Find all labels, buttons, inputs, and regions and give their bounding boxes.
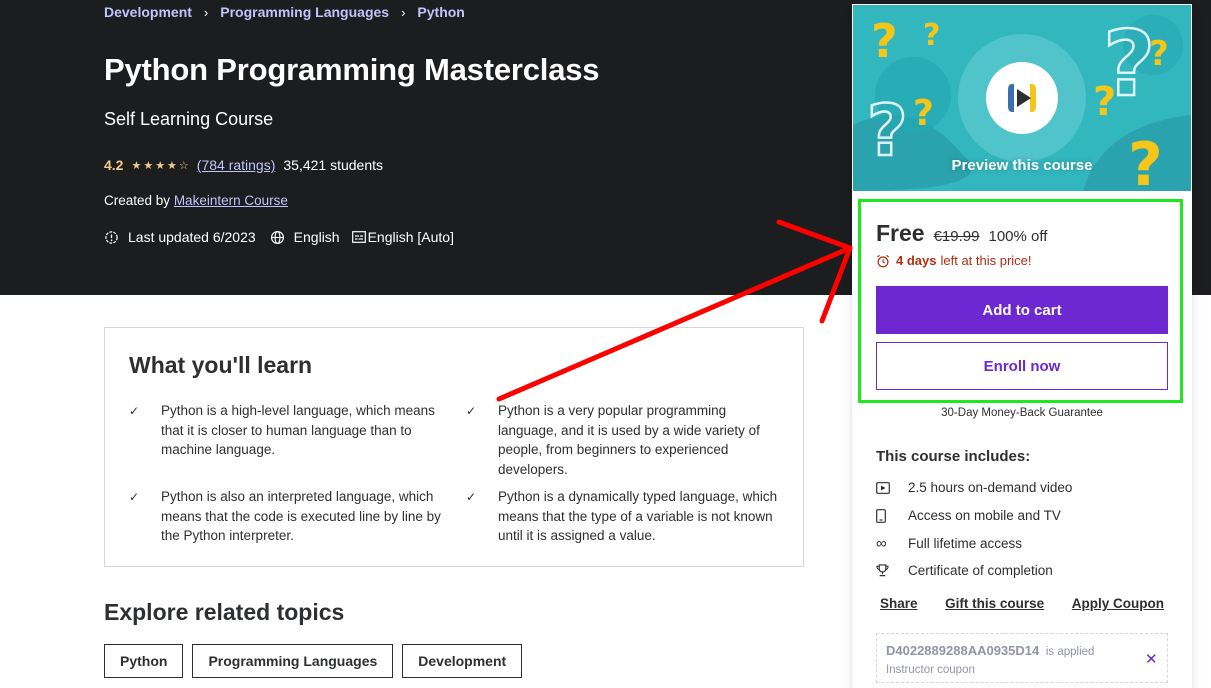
students-count: 35,421 students bbox=[283, 157, 384, 173]
language-text: English bbox=[293, 229, 340, 245]
last-updated: Last updated 6/2023 bbox=[104, 229, 256, 245]
created-by: Created by Makeintern Course bbox=[104, 193, 288, 208]
include-item-text: Access on mobile and TV bbox=[908, 508, 1061, 523]
captions-text: English [Auto] bbox=[367, 229, 454, 245]
original-price: €19.99 bbox=[933, 228, 980, 245]
related-topics-title: Explore related topics bbox=[104, 599, 345, 625]
topic-python-button[interactable]: Python bbox=[104, 644, 184, 678]
learn-item-text: Python is a dynamically typed language, … bbox=[498, 489, 778, 544]
price-row: Free €19.99 100% off bbox=[876, 220, 1047, 247]
remove-coupon-icon[interactable]: ✕ bbox=[1145, 652, 1158, 667]
course-meta: Last updated 6/2023 English English [Aut… bbox=[104, 229, 454, 245]
video-icon bbox=[876, 481, 890, 494]
svg-text:?: ? bbox=[1103, 12, 1155, 117]
learn-item-text: Python is a very popular programming lan… bbox=[498, 403, 760, 477]
applied-coupon: D4022889288AA0935D14 is applied Instruct… bbox=[876, 633, 1168, 683]
preview-label: Preview this course bbox=[951, 157, 1093, 174]
related-topics: Python Programming Languages Development bbox=[104, 644, 531, 678]
learn-title: What you'll learn bbox=[129, 352, 313, 378]
play-button[interactable] bbox=[986, 62, 1058, 134]
enroll-now-button[interactable]: Enroll now bbox=[876, 342, 1168, 390]
learn-item-text: Python is a high-level language, which m… bbox=[161, 403, 435, 458]
topic-programming-languages-button[interactable]: Programming Languages bbox=[192, 644, 394, 678]
last-updated-text: Last updated 6/2023 bbox=[128, 229, 256, 245]
breadcrumb-python[interactable]: Python bbox=[417, 4, 464, 20]
check-icon: ✓ bbox=[129, 490, 140, 504]
check-icon: ✓ bbox=[129, 404, 140, 418]
alarm-clock-icon bbox=[876, 254, 890, 267]
breadcrumb: Development › Programming Languages › Py… bbox=[104, 4, 465, 20]
sidebar-actions: Share Gift this course Apply Coupon bbox=[876, 596, 1168, 611]
learn-item-text: Python is also an interpreted language, … bbox=[161, 489, 441, 544]
what-youll-learn-box: What you'll learn ✓ Python is a high-lev… bbox=[104, 327, 804, 567]
globe-icon bbox=[270, 230, 284, 244]
add-to-cart-button[interactable]: Add to cart bbox=[876, 286, 1168, 334]
coupon-applied-text: is applied bbox=[1045, 646, 1095, 658]
learn-item: ✓ Python is a high-level language, which… bbox=[129, 401, 441, 460]
apply-coupon-link[interactable]: Apply Coupon bbox=[1068, 596, 1168, 611]
current-price: Free bbox=[876, 220, 925, 246]
timer-days: 4 days bbox=[896, 253, 937, 268]
check-icon: ✓ bbox=[466, 404, 477, 418]
include-item-text: Certificate of completion bbox=[908, 563, 1053, 578]
learn-item: ✓ Python is also an interpreted language… bbox=[129, 487, 441, 546]
include-item: 2.5 hours on-demand video bbox=[876, 480, 1072, 495]
include-item-text: 2.5 hours on-demand video bbox=[908, 480, 1073, 495]
check-icon: ✓ bbox=[466, 490, 477, 504]
course-title: Python Programming Masterclass bbox=[104, 52, 600, 87]
breadcrumb-development[interactable]: Development bbox=[104, 4, 192, 20]
price-timer: 4 days left at this price! bbox=[876, 253, 1032, 268]
purchase-sidebar: ? ? ? ? ? ? ? ? Preview this course Free… bbox=[852, 4, 1192, 688]
include-item: ∞ Full lifetime access bbox=[876, 534, 1023, 552]
svg-text:?: ? bbox=[1149, 34, 1169, 74]
discount-percent: 100% off bbox=[988, 228, 1048, 245]
topic-development-button[interactable]: Development bbox=[402, 644, 523, 678]
course-captions: English [Auto] bbox=[351, 229, 454, 245]
star-rating-icon: ★★★★☆ bbox=[131, 159, 191, 172]
ratings-count-link[interactable]: (784 ratings) bbox=[197, 157, 276, 173]
course-preview[interactable]: ? ? ? ? ? ? ? ? Preview this course bbox=[853, 5, 1191, 191]
mobile-icon bbox=[876, 508, 886, 523]
alert-badge-icon bbox=[105, 230, 118, 244]
chevron-right-icon: › bbox=[401, 4, 406, 20]
author-link[interactable]: Makeintern Course bbox=[174, 193, 288, 208]
money-back-guarantee: 30-Day Money-Back Guarantee bbox=[941, 407, 1103, 419]
timer-text: left at this price! bbox=[940, 253, 1032, 268]
learn-item: ✓ Python is a very popular programming l… bbox=[466, 401, 783, 479]
learn-item: ✓ Python is a dynamically typed language… bbox=[466, 487, 788, 546]
play-icon bbox=[1008, 84, 1036, 112]
coupon-code: D4022889288AA0935D14 bbox=[886, 643, 1040, 658]
includes-title: This course includes: bbox=[876, 448, 1031, 465]
trophy-icon bbox=[876, 564, 889, 577]
course-subtitle: Self Learning Course bbox=[104, 109, 274, 129]
include-item: Access on mobile and TV bbox=[876, 508, 1061, 523]
coupon-type: Instructor coupon bbox=[886, 664, 975, 676]
rating-value: 4.2 bbox=[104, 157, 124, 173]
breadcrumb-programming-languages[interactable]: Programming Languages bbox=[220, 4, 389, 20]
infinity-icon: ∞ bbox=[876, 534, 887, 552]
svg-text:?: ? bbox=[913, 93, 934, 134]
closed-captions-icon bbox=[351, 231, 366, 243]
include-item: Certificate of completion bbox=[876, 563, 1053, 578]
rating-row: 4.2 ★★★★☆ (784 ratings) 35,421 students bbox=[104, 157, 383, 173]
created-by-label: Created by bbox=[104, 193, 171, 208]
share-link[interactable]: Share bbox=[876, 596, 922, 611]
chevron-right-icon: › bbox=[203, 4, 209, 20]
svg-text:?: ? bbox=[923, 18, 940, 53]
coupon-code-line: D4022889288AA0935D14 is applied bbox=[886, 643, 1094, 658]
svg-text:?: ? bbox=[871, 14, 898, 68]
include-item-text: Full lifetime access bbox=[908, 536, 1023, 551]
course-language: English bbox=[270, 229, 340, 245]
gift-course-link[interactable]: Gift this course bbox=[941, 596, 1048, 611]
